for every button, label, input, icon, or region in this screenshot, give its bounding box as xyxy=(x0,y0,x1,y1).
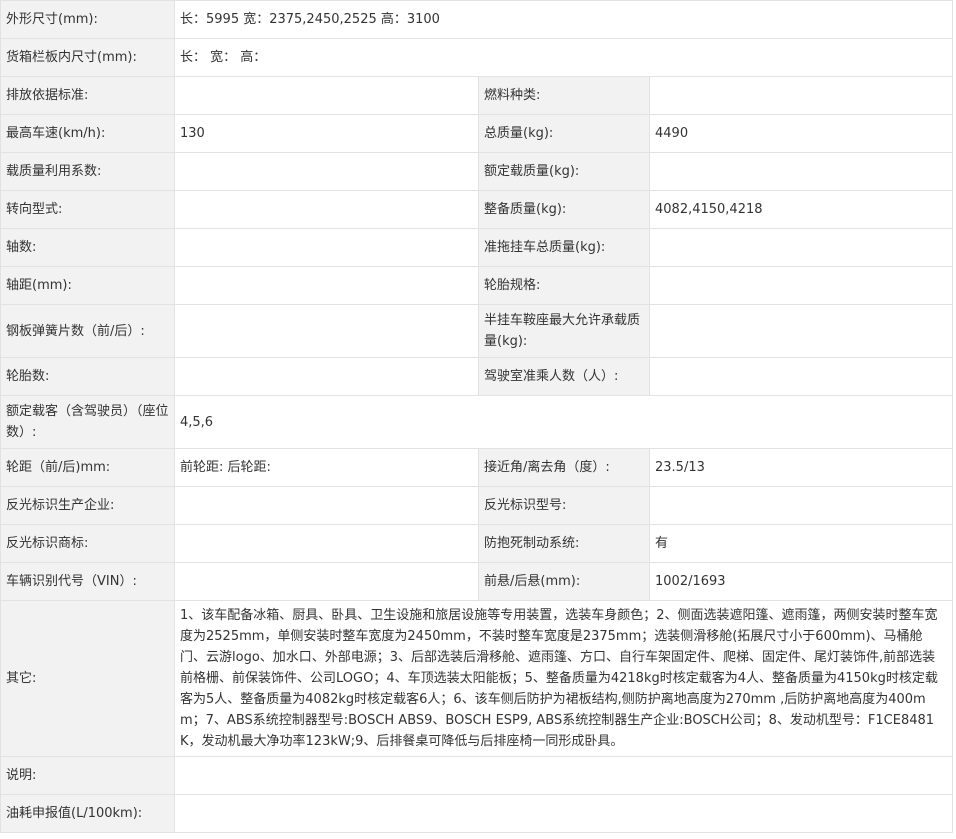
overhang-label: 前悬/后悬(mm): xyxy=(478,562,650,601)
overhang-value: 1002/1693 xyxy=(648,562,954,601)
other-label: 其它: xyxy=(0,600,175,757)
track-value: 前轮距: 后轮距: xyxy=(174,448,479,487)
reflector-brand-value xyxy=(174,524,479,563)
table-row: 排放依据标准: 燃料种类: xyxy=(0,76,954,115)
reflector-maker-label: 反光标识生产企业: xyxy=(0,486,175,525)
table-row: 反光标识商标: 防抱死制动系统: 有 xyxy=(0,524,954,563)
table-row: 钢板弹簧片数（前/后）: 半挂车鞍座最大允许承载质量(kg): xyxy=(0,304,954,358)
other-value: 1、该车配备冰箱、厨具、卧具、卫生设施和旅居设施等专用装置，选装车身颜色；2、侧… xyxy=(173,600,954,757)
axles-label: 轴数: xyxy=(0,228,175,267)
table-row: 反光标识生产企业: 反光标识型号: xyxy=(0,486,954,525)
abs-label: 防抱死制动系统: xyxy=(478,524,650,563)
vehicle-spec-table: 外形尺寸(mm): 长：5995 宽：2375,2450,2525 高：3100… xyxy=(0,0,954,833)
load-factor-label: 载质量利用系数: xyxy=(0,152,175,191)
table-row: 说明: xyxy=(0,756,954,795)
tire-spec-value xyxy=(648,266,954,305)
fuel-consumption-value xyxy=(173,794,954,833)
max-speed-value: 130 xyxy=(174,114,479,153)
abs-value: 有 xyxy=(648,524,954,563)
saddle-load-label: 半挂车鞍座最大允许承载质量(kg): xyxy=(478,304,650,358)
fuel-type-value xyxy=(648,76,954,115)
vin-value xyxy=(174,562,479,601)
total-mass-value: 4490 xyxy=(648,114,954,153)
cargo-box-label: 货箱栏板内尺寸(mm): xyxy=(0,38,175,77)
cab-occupants-value xyxy=(648,357,954,396)
rated-load-value xyxy=(648,152,954,191)
leaf-springs-value xyxy=(174,304,479,358)
fuel-type-label: 燃料种类: xyxy=(478,76,650,115)
tire-count-value xyxy=(174,357,479,396)
approach-angle-label: 接近角/离去角（度）: xyxy=(478,448,650,487)
fuel-consumption-label: 油耗申报值(L/100km): xyxy=(0,794,175,833)
table-row: 轴数: 准拖挂车总质量(kg): xyxy=(0,228,954,267)
wheelbase-label: 轴距(mm): xyxy=(0,266,175,305)
table-row: 货箱栏板内尺寸(mm): 长： 宽： 高： xyxy=(0,38,954,77)
rated-passengers-label: 额定载客（含驾驶员）（座位数）: xyxy=(0,395,175,449)
reflector-brand-label: 反光标识商标: xyxy=(0,524,175,563)
wheelbase-value xyxy=(174,266,479,305)
reflector-model-value xyxy=(648,486,954,525)
table-row: 轮距（前/后)mm: 前轮距: 后轮距: 接近角/离去角（度）: 23.5/13 xyxy=(0,448,954,487)
table-row: 油耗申报值(L/100km): xyxy=(0,794,954,833)
reflector-maker-value xyxy=(174,486,479,525)
emission-standard-value xyxy=(174,76,479,115)
cab-occupants-label: 驾驶室准乘人数（人）: xyxy=(478,357,650,396)
approach-angle-value: 23.5/13 xyxy=(648,448,954,487)
leaf-springs-label: 钢板弹簧片数（前/后）: xyxy=(0,304,175,358)
tire-count-label: 轮胎数: xyxy=(0,357,175,396)
table-row: 其它: 1、该车配备冰箱、厨具、卧具、卫生设施和旅居设施等专用装置，选装车身颜色… xyxy=(0,600,954,757)
table-row: 转向型式: 整备质量(kg): 4082,4150,4218 xyxy=(0,190,954,229)
steering-value xyxy=(174,190,479,229)
max-speed-label: 最高车速(km/h): xyxy=(0,114,175,153)
total-mass-label: 总质量(kg): xyxy=(478,114,650,153)
table-row: 轴距(mm): 轮胎规格: xyxy=(0,266,954,305)
dimensions-label: 外形尺寸(mm): xyxy=(0,0,175,39)
notes-value xyxy=(173,756,954,795)
dimensions-value: 长：5995 宽：2375,2450,2525 高：3100 xyxy=(173,0,954,39)
table-row: 车辆识别代号（VIN）: 前悬/后悬(mm): 1002/1693 xyxy=(0,562,954,601)
table-row: 轮胎数: 驾驶室准乘人数（人）: xyxy=(0,357,954,396)
rated-load-label: 额定载质量(kg): xyxy=(478,152,650,191)
tire-spec-label: 轮胎规格: xyxy=(478,266,650,305)
curb-mass-value: 4082,4150,4218 xyxy=(648,190,954,229)
emission-standard-label: 排放依据标准: xyxy=(0,76,175,115)
table-row: 最高车速(km/h): 130 总质量(kg): 4490 xyxy=(0,114,954,153)
cargo-box-value: 长： 宽： 高： xyxy=(173,38,954,77)
track-label: 轮距（前/后)mm: xyxy=(0,448,175,487)
table-row: 载质量利用系数: 额定载质量(kg): xyxy=(0,152,954,191)
steering-label: 转向型式: xyxy=(0,190,175,229)
axles-value xyxy=(174,228,479,267)
vin-label: 车辆识别代号（VIN）: xyxy=(0,562,175,601)
trailer-mass-label: 准拖挂车总质量(kg): xyxy=(478,228,650,267)
table-row: 额定载客（含驾驶员）（座位数）: 4,5,6 xyxy=(0,395,954,449)
trailer-mass-value xyxy=(648,228,954,267)
rated-passengers-value: 4,5,6 xyxy=(173,395,954,449)
reflector-model-label: 反光标识型号: xyxy=(478,486,650,525)
saddle-load-value xyxy=(648,304,954,358)
table-row: 外形尺寸(mm): 长：5995 宽：2375,2450,2525 高：3100 xyxy=(0,0,954,39)
curb-mass-label: 整备质量(kg): xyxy=(478,190,650,229)
notes-label: 说明: xyxy=(0,756,175,795)
load-factor-value xyxy=(174,152,479,191)
